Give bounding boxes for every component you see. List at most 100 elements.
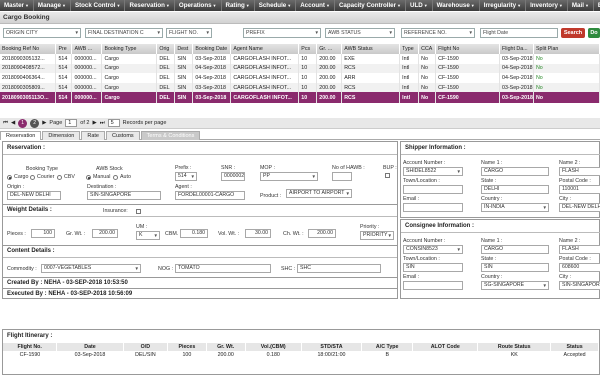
um-select[interactable]: K ▼ — [136, 231, 160, 240]
shipper-name2-input[interactable]: FLASH — [559, 167, 600, 176]
no-of-hawb-input[interactable] — [332, 172, 352, 181]
shipper-name1-input[interactable]: CARGO — [481, 167, 549, 176]
consignee-postal-input[interactable]: 608600 — [559, 263, 600, 272]
menu-item-reservation[interactable]: Reservation ▼ — [125, 0, 175, 11]
prefix-select[interactable]: 514 ▼ — [175, 172, 197, 181]
destination-input[interactable]: SIN-SINGAPORE — [87, 191, 161, 200]
grid-column-header[interactable]: Agent Name — [230, 44, 300, 54]
menu-item-edi[interactable]: EDI▼ — [594, 0, 600, 11]
nog-input[interactable]: TOMATO — [175, 264, 271, 273]
menu-item-account[interactable]: Account ▼ — [296, 0, 335, 11]
menu-item-warehouse[interactable]: Warehouse ▼ — [433, 0, 480, 11]
grid-column-header[interactable]: Flight No — [435, 44, 500, 54]
next-page-icon[interactable]: ▶ — [92, 120, 96, 126]
grid-column-header[interactable]: Booking Type — [101, 44, 158, 54]
mop-select[interactable]: PP ▼ — [260, 172, 318, 181]
booking-row[interactable]: 2018090305113O... 514 000000... Cargo DEL SIN… — [0, 92, 600, 104]
awb-stock-auto-radio[interactable] — [113, 175, 118, 180]
grid-column-header[interactable]: Booking Date — [192, 44, 232, 54]
commodity-select[interactable]: 0007-VEGETABLES ▼ — [41, 264, 141, 273]
destination-select[interactable]: FINAL DESTINATION C ▼ — [85, 28, 163, 38]
tab-rate[interactable]: Rate — [81, 131, 105, 140]
shipper-account-select[interactable]: SHIDEL8522 ▼ — [403, 167, 463, 176]
shipper-postal-input[interactable]: 110001 — [559, 185, 600, 194]
grid-column-header[interactable]: Type — [399, 44, 420, 54]
pieces-input[interactable]: 100 — [31, 229, 55, 238]
booking-type-courier-radio[interactable] — [30, 175, 35, 180]
next-page-icon[interactable]: ▶ — [42, 120, 46, 126]
menu-item-operations[interactable]: Operations ▼ — [175, 0, 222, 11]
menu-item-capacity-controller[interactable]: Capacity Controller ▼ — [335, 0, 406, 11]
menu-item-master[interactable]: Master ▼ — [0, 0, 34, 11]
consignee-country-select[interactable]: SG-SINGAPORE ▼ — [481, 281, 549, 290]
bup-checkbox[interactable] — [385, 173, 390, 178]
flight-date-input[interactable]: Flight Date — [480, 28, 558, 38]
grid-column-header[interactable]: Pre — [55, 44, 73, 54]
consignee-name1-input[interactable]: CARGO — [481, 245, 549, 254]
page-1-button[interactable]: 1 — [18, 118, 28, 128]
do-button[interactable]: Do — [588, 28, 600, 38]
reference-no-select[interactable]: REFERENCE NO. ▼ — [401, 28, 475, 38]
chargeable-weight-input[interactable]: 200.00 — [308, 229, 336, 238]
shc-input[interactable]: SHC — [297, 264, 381, 273]
page-number-input[interactable]: 1 — [65, 119, 78, 127]
volume-weight-input[interactable]: 30.00 — [245, 229, 271, 238]
consignee-city-input[interactable]: SIN-SINGAPORE — [559, 281, 600, 290]
page-2-button[interactable]: 2 — [30, 118, 40, 128]
origin-city-select[interactable]: ORIGIN CITY ▼ — [3, 28, 81, 38]
shipper-email-input[interactable] — [403, 203, 463, 212]
consignee-state-input[interactable]: SIN — [481, 263, 549, 272]
tab-reservation[interactable]: Reservation — [0, 131, 42, 140]
prev-page-icon[interactable]: ◀ — [11, 120, 15, 126]
booking-type-cbv-radio[interactable] — [57, 175, 62, 180]
insurance-checkbox[interactable] — [136, 209, 141, 214]
consignee-account-select[interactable]: CONSIN8523 ▼ — [403, 245, 463, 254]
menu-item-manage[interactable]: Manage ▼ — [34, 0, 71, 11]
menu-item-inventory[interactable]: Inventory ▼ — [526, 0, 568, 11]
awb-status-select[interactable]: AWB STATUS ▼ — [325, 28, 395, 38]
first-page-icon[interactable]: ⏮ — [3, 120, 8, 127]
grid-column-header[interactable]: Booking Ref No — [0, 44, 57, 54]
product-select[interactable]: AIRPORT TO AIRPORT ▼ — [286, 189, 352, 198]
grid-column-header[interactable]: CCA — [418, 44, 437, 54]
menu-item-irregularity[interactable]: Irregularity ▼ — [480, 0, 527, 11]
booking-row[interactable]: 2018090305809... 514 000000... Cargo DEL SIN 0… — [0, 82, 600, 93]
search-button[interactable]: Search — [561, 28, 585, 38]
gross-weight-input[interactable]: 200.00 — [92, 229, 118, 238]
grid-column-header[interactable]: Gr. ... — [316, 44, 343, 54]
flight-no-input[interactable]: FLIGHT NO. ▼ — [166, 28, 212, 38]
prefix-select[interactable]: PREFIX ▼ — [243, 28, 321, 38]
menu-item-stock-control[interactable]: Stock Control ▼ — [71, 0, 126, 11]
last-page-icon[interactable]: ⏭ — [100, 120, 105, 127]
booking-row[interactable]: 2018090305132... 514 000000... Cargo DEL SIN 0… — [0, 54, 600, 64]
booking-row[interactable]: 2018090408572... 514 000000... Cargo DEL SIN 0… — [0, 63, 600, 74]
menu-item-uld[interactable]: ULD ▼ — [406, 0, 433, 11]
itinerary-row[interactable]: CF-1590 03-Sep-2018 DEL/SIN 100 200.00 0.180 1… — [3, 351, 599, 359]
agent-input[interactable]: FORDEL00001-CARGO — [175, 191, 245, 200]
snr-input[interactable]: 0000002 — [221, 172, 245, 181]
tab-customs[interactable]: Customs — [105, 131, 140, 140]
shipper-country-select[interactable]: IN-INDIA ▼ — [481, 203, 549, 212]
grid-column-header[interactable]: Split Plan — [533, 44, 600, 54]
priority-select[interactable]: PRIORITY ▼ — [360, 231, 394, 240]
shipper-town-input[interactable] — [403, 185, 463, 194]
shipper-state-input[interactable]: DELHI — [481, 185, 549, 194]
menu-item-rating[interactable]: Rating ▼ — [222, 0, 255, 11]
grid-column-header[interactable]: Dest — [174, 44, 194, 54]
booking-row[interactable]: 2018090406364... 514 000000... Cargo DEL SIN 0… — [0, 73, 600, 83]
tab-terms-conditions[interactable]: Terms & Conditions — [140, 131, 201, 140]
records-per-page-select[interactable]: 5 — [107, 119, 120, 127]
grid-column-header[interactable]: Orig — [156, 44, 176, 54]
tab-dimension[interactable]: Dimension — [42, 131, 81, 140]
origin-input[interactable]: DEL-NEW DELHI — [7, 191, 61, 200]
consignee-name2-input[interactable]: FLASH — [559, 245, 600, 254]
menu-item-schedule[interactable]: Schedule ▼ — [255, 0, 297, 11]
shipper-city-input[interactable]: DEL-NEW DELHI — [559, 203, 600, 212]
grid-column-header[interactable]: AWB ... — [71, 44, 103, 54]
grid-column-header[interactable]: Flight Da... — [499, 44, 534, 54]
awb-stock-manual-radio[interactable] — [86, 175, 91, 180]
consignee-email-input[interactable] — [403, 281, 463, 290]
grid-column-header[interactable]: Pcs — [298, 44, 318, 54]
grid-column-header[interactable]: AWB Status — [341, 44, 401, 54]
menu-item-mail[interactable]: Mail ▼ — [568, 0, 594, 11]
